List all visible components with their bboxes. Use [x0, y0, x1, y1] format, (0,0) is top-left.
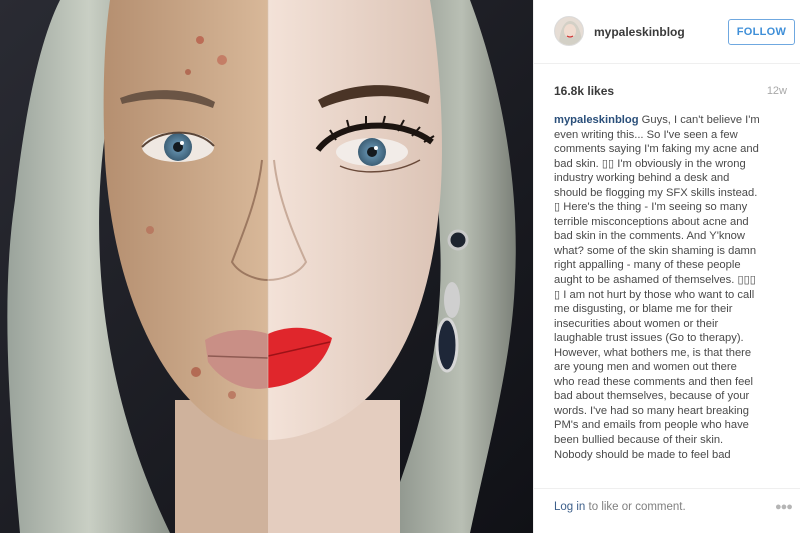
login-prompt-text: to like or comment.: [585, 501, 686, 513]
caption-line: insecurities about women or their: [554, 317, 719, 330]
login-prompt: Log in to like or comment.: [554, 501, 686, 513]
caption-line: bad about themselves, because of your: [554, 390, 750, 403]
post-footer: Log in to like or comment. ●●●: [534, 488, 800, 533]
caption-line: However, what bothers me, is that there: [554, 346, 752, 359]
username-link[interactable]: mypaleskinblog: [594, 25, 685, 39]
post-photo[interactable]: [0, 0, 533, 533]
post-meta: 16.8k likes 12w: [534, 64, 800, 110]
caption-line: aught to be ashamed of themselves. ▯▯▯: [554, 274, 756, 287]
caption-line: are young men and women out there: [554, 361, 737, 374]
caption-line: me disgusting, or blame me for their: [554, 303, 733, 316]
caption-line: terrible misconceptions about acne and: [554, 215, 749, 228]
caption-line: who read these comments and then feel: [554, 375, 754, 388]
caption-line: ▯ I am not hurt by those who want to cal…: [554, 288, 755, 301]
caption-line: bad skin in the comments. And Y'know: [554, 230, 745, 243]
caption-line: even writing this... So I've seen a few: [554, 128, 738, 141]
likes-count[interactable]: 16.8k likes: [554, 84, 614, 98]
avatar-image: [555, 17, 583, 45]
caption-line: ▯ Here's the thing - I'm seeing so many: [554, 201, 748, 214]
post-side-panel: mypaleskinblog FOLLOW 16.8k likes 12w my…: [533, 0, 800, 533]
follow-button[interactable]: FOLLOW: [728, 19, 795, 45]
caption-line: bad skin. ▯▯ I'm obviously in the wrong: [554, 157, 746, 170]
half-face-acne-makeup-photo: [0, 0, 533, 533]
caption-line: words. I've had so many heart breaking: [554, 404, 749, 417]
post-age[interactable]: 12w: [767, 85, 787, 97]
caption-line: right appalling - many of these people: [554, 259, 741, 272]
avatar[interactable]: [554, 16, 584, 46]
caption-line: been bullied because of their skin.: [554, 434, 724, 447]
more-options-icon[interactable]: ●●●: [775, 502, 795, 513]
caption-username-link[interactable]: mypaleskinblog: [554, 114, 639, 126]
caption-text: Guys, I can't believe I'm: [641, 114, 760, 126]
caption-line: industry working behind a desk and: [554, 172, 730, 185]
caption-line: what? some of the skin shaming is damn: [554, 244, 757, 257]
caption-line: laughable trust issues (Go to therapy).: [554, 332, 744, 345]
caption-line: Nobody should be made to feel bad: [554, 448, 731, 461]
caption-line: mypaleskinblog Guys, I can't believe I'm: [554, 113, 800, 128]
caption-line: should be flogging my SFX skills instead…: [554, 186, 758, 199]
caption-line: PM's and emails from people who have: [554, 419, 749, 432]
login-link[interactable]: Log in: [554, 501, 585, 513]
caption-line: comments saying I'm faking my acne and: [554, 143, 759, 156]
post-header: mypaleskinblog FOLLOW: [534, 0, 800, 64]
post-caption: mypaleskinblog Guys, I can't believe I'm…: [554, 113, 800, 477]
